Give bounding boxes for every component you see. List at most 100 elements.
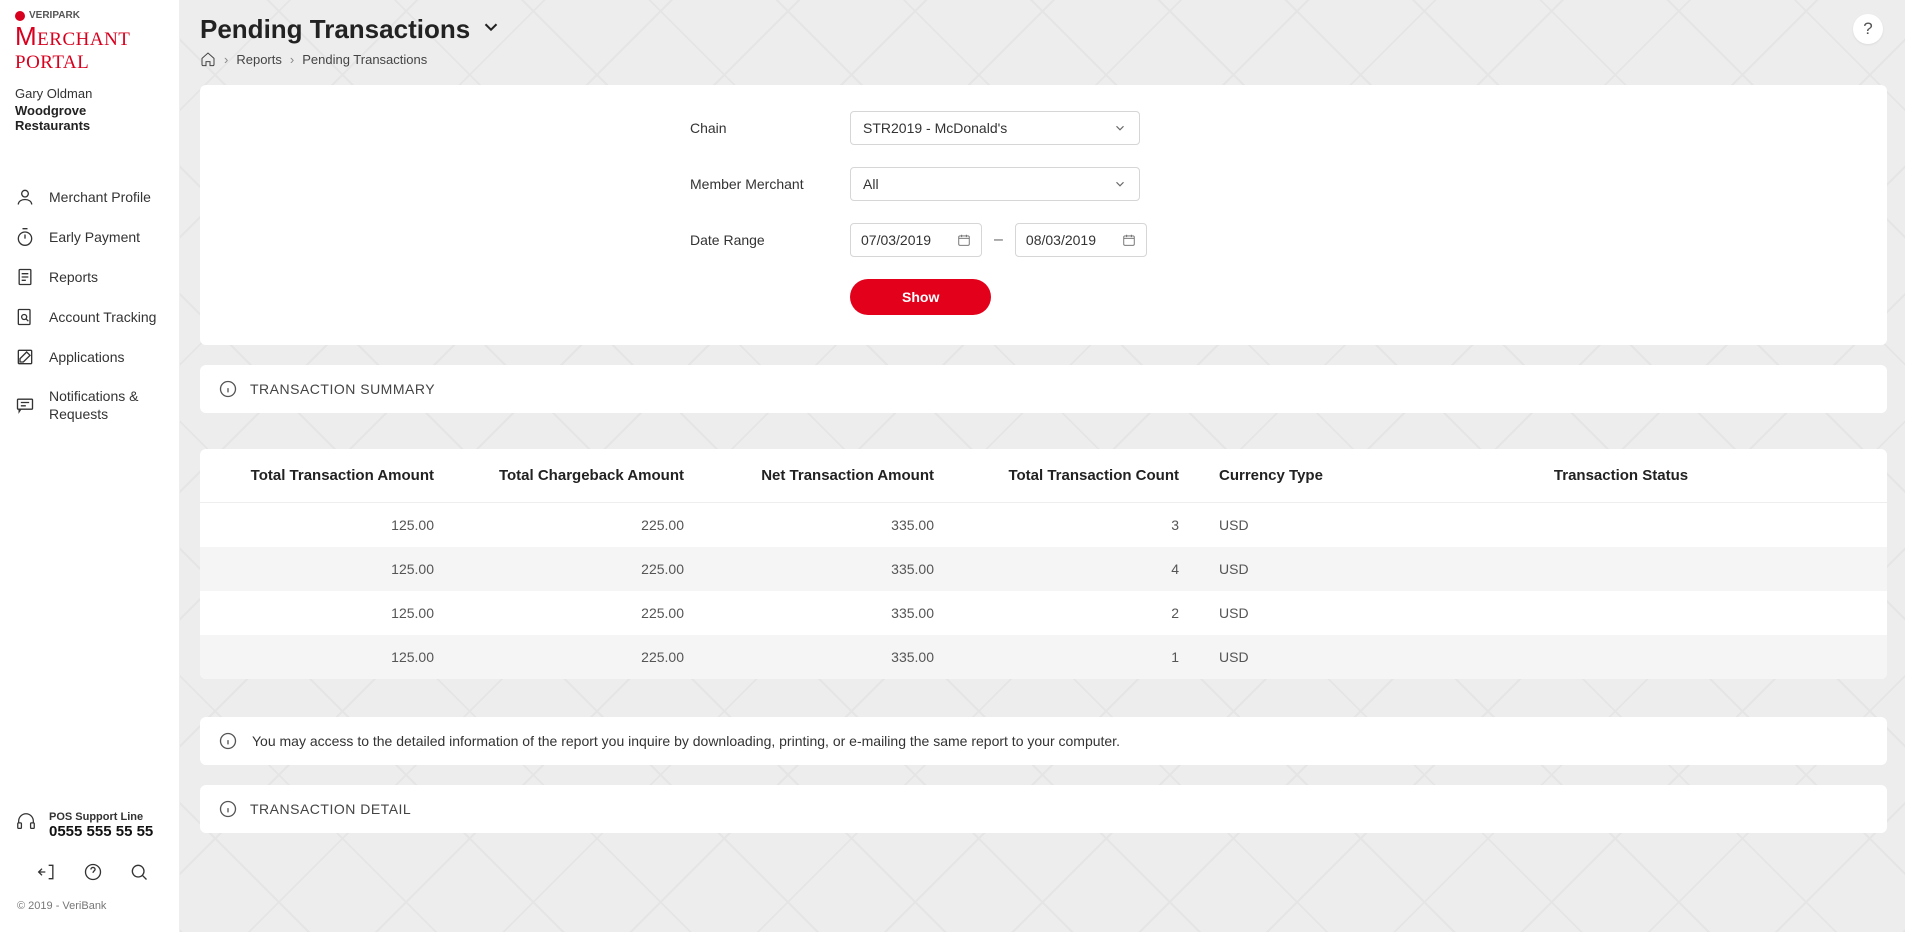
cell-net: 335.00 [724, 605, 974, 621]
user-name: Gary Oldman [15, 86, 164, 101]
daterange-label: Date Range [690, 232, 850, 248]
cell-currency: USD [1219, 605, 1379, 621]
cell-status [1379, 561, 1863, 577]
logo: VERIPARK MERCHANT PORTAL [0, 10, 179, 78]
sidebar-item-applications[interactable]: Applications [0, 337, 179, 377]
table-row[interactable]: 125.00225.00335.003USD [200, 503, 1887, 547]
date-from-value: 07/03/2019 [861, 232, 931, 248]
support-label: POS Support Line [49, 811, 153, 823]
cell-net: 335.00 [724, 517, 974, 533]
document-icon [15, 267, 35, 287]
calendar-icon [957, 233, 971, 247]
logout-icon[interactable] [37, 862, 57, 882]
member-select[interactable]: All [850, 167, 1140, 201]
date-to-value: 08/03/2019 [1026, 232, 1096, 248]
date-separator: – [994, 231, 1003, 249]
cell-amount: 125.00 [224, 517, 474, 533]
help-icon[interactable] [83, 862, 103, 882]
table-header: Total Transaction Amount Total Chargebac… [200, 449, 1887, 503]
sidebar-item-label: Account Tracking [49, 308, 156, 326]
sidebar-item-label: Merchant Profile [49, 188, 151, 206]
cell-currency: USD [1219, 649, 1379, 665]
info-bar: You may access to the detailed informati… [200, 717, 1887, 765]
cell-chargeback: 225.00 [474, 561, 724, 577]
cell-status [1379, 649, 1863, 665]
cell-amount: 125.00 [224, 605, 474, 621]
detail-title: TRANSACTION DETAIL [250, 801, 411, 817]
user-block: Gary Oldman Woodgrove Restaurants [0, 78, 179, 147]
cell-net: 335.00 [724, 649, 974, 665]
sidebar-item-label: Early Payment [49, 228, 140, 246]
col-total-amount: Total Transaction Amount [224, 467, 474, 484]
breadcrumb: › Reports › Pending Transactions [200, 51, 1887, 67]
sidebar-item-label: Reports [49, 268, 98, 286]
cell-count: 1 [974, 649, 1219, 665]
stopwatch-icon [15, 227, 35, 247]
col-status: Transaction Status [1379, 467, 1863, 484]
home-icon[interactable] [200, 51, 216, 67]
chain-value: STR2019 - McDonald's [863, 120, 1007, 136]
summary-table: Total Transaction Amount Total Chargebac… [200, 449, 1887, 679]
cell-currency: USD [1219, 561, 1379, 577]
cell-amount: 125.00 [224, 649, 474, 665]
user-icon [15, 187, 35, 207]
cell-currency: USD [1219, 517, 1379, 533]
brand-portal: MERCHANT PORTAL [15, 21, 164, 74]
chain-select[interactable]: STR2019 - McDonald's [850, 111, 1140, 145]
sidebar-item-reports[interactable]: Reports [0, 257, 179, 297]
table-row[interactable]: 125.00225.00335.004USD [200, 547, 1887, 591]
sidebar-item-merchant-profile[interactable]: Merchant Profile [0, 177, 179, 217]
cell-net: 335.00 [724, 561, 974, 577]
sidebar-item-notifications[interactable]: Notifications & Requests [0, 377, 179, 433]
headset-icon [15, 811, 37, 833]
filter-card: Chain STR2019 - McDonald's Member Mercha… [200, 85, 1887, 345]
member-value: All [863, 176, 879, 192]
breadcrumb-l1[interactable]: Reports [236, 52, 282, 67]
copyright: © 2019 - VeriBank [15, 900, 164, 912]
cell-count: 2 [974, 605, 1219, 621]
page-help-button[interactable]: ? [1853, 14, 1883, 44]
table-row[interactable]: 125.00225.00335.001USD [200, 635, 1887, 679]
info-icon [218, 379, 238, 399]
edit-icon [15, 347, 35, 367]
cell-chargeback: 225.00 [474, 517, 724, 533]
cell-count: 4 [974, 561, 1219, 577]
col-currency: Currency Type [1219, 467, 1379, 484]
sidebar-item-label: Notifications & Requests [49, 387, 164, 423]
info-icon [218, 731, 238, 751]
support-phone: 0555 555 55 55 [49, 823, 153, 840]
cell-chargeback: 225.00 [474, 605, 724, 621]
summary-header: TRANSACTION SUMMARY [200, 365, 1887, 413]
merchant-name: Woodgrove Restaurants [15, 103, 164, 133]
cell-chargeback: 225.00 [474, 649, 724, 665]
sidebar-item-early-payment[interactable]: Early Payment [0, 217, 179, 257]
brand-small: VERIPARK [29, 10, 80, 21]
col-count: Total Transaction Count [974, 467, 1219, 484]
cell-amount: 125.00 [224, 561, 474, 577]
summary-title: TRANSACTION SUMMARY [250, 381, 435, 397]
support-line: POS Support Line 0555 555 55 55 [15, 811, 164, 840]
sidebar-item-label: Applications [49, 348, 125, 366]
date-to-input[interactable]: 08/03/2019 [1015, 223, 1147, 257]
col-net-amount: Net Transaction Amount [724, 467, 974, 484]
date-from-input[interactable]: 07/03/2019 [850, 223, 982, 257]
breadcrumb-l2: Pending Transactions [302, 52, 427, 67]
main: ? Pending Transactions › Reports › Pendi… [180, 0, 1905, 932]
table-row[interactable]: 125.00225.00335.002USD [200, 591, 1887, 635]
sidebar-item-account-tracking[interactable]: Account Tracking [0, 297, 179, 337]
cell-status [1379, 517, 1863, 533]
member-label: Member Merchant [690, 176, 850, 192]
cell-count: 3 [974, 517, 1219, 533]
info-text: You may access to the detailed informati… [252, 733, 1120, 749]
search-icon[interactable] [129, 862, 149, 882]
col-total-chargeback: Total Chargeback Amount [474, 467, 724, 484]
chevron-down-icon [480, 16, 502, 38]
info-icon [218, 799, 238, 819]
title-dropdown[interactable] [480, 16, 502, 43]
page-title: Pending Transactions [200, 14, 470, 45]
show-button[interactable]: Show [850, 279, 991, 315]
search-doc-icon [15, 307, 35, 327]
detail-header: TRANSACTION DETAIL [200, 785, 1887, 833]
calendar-icon [1122, 233, 1136, 247]
cell-status [1379, 605, 1863, 621]
